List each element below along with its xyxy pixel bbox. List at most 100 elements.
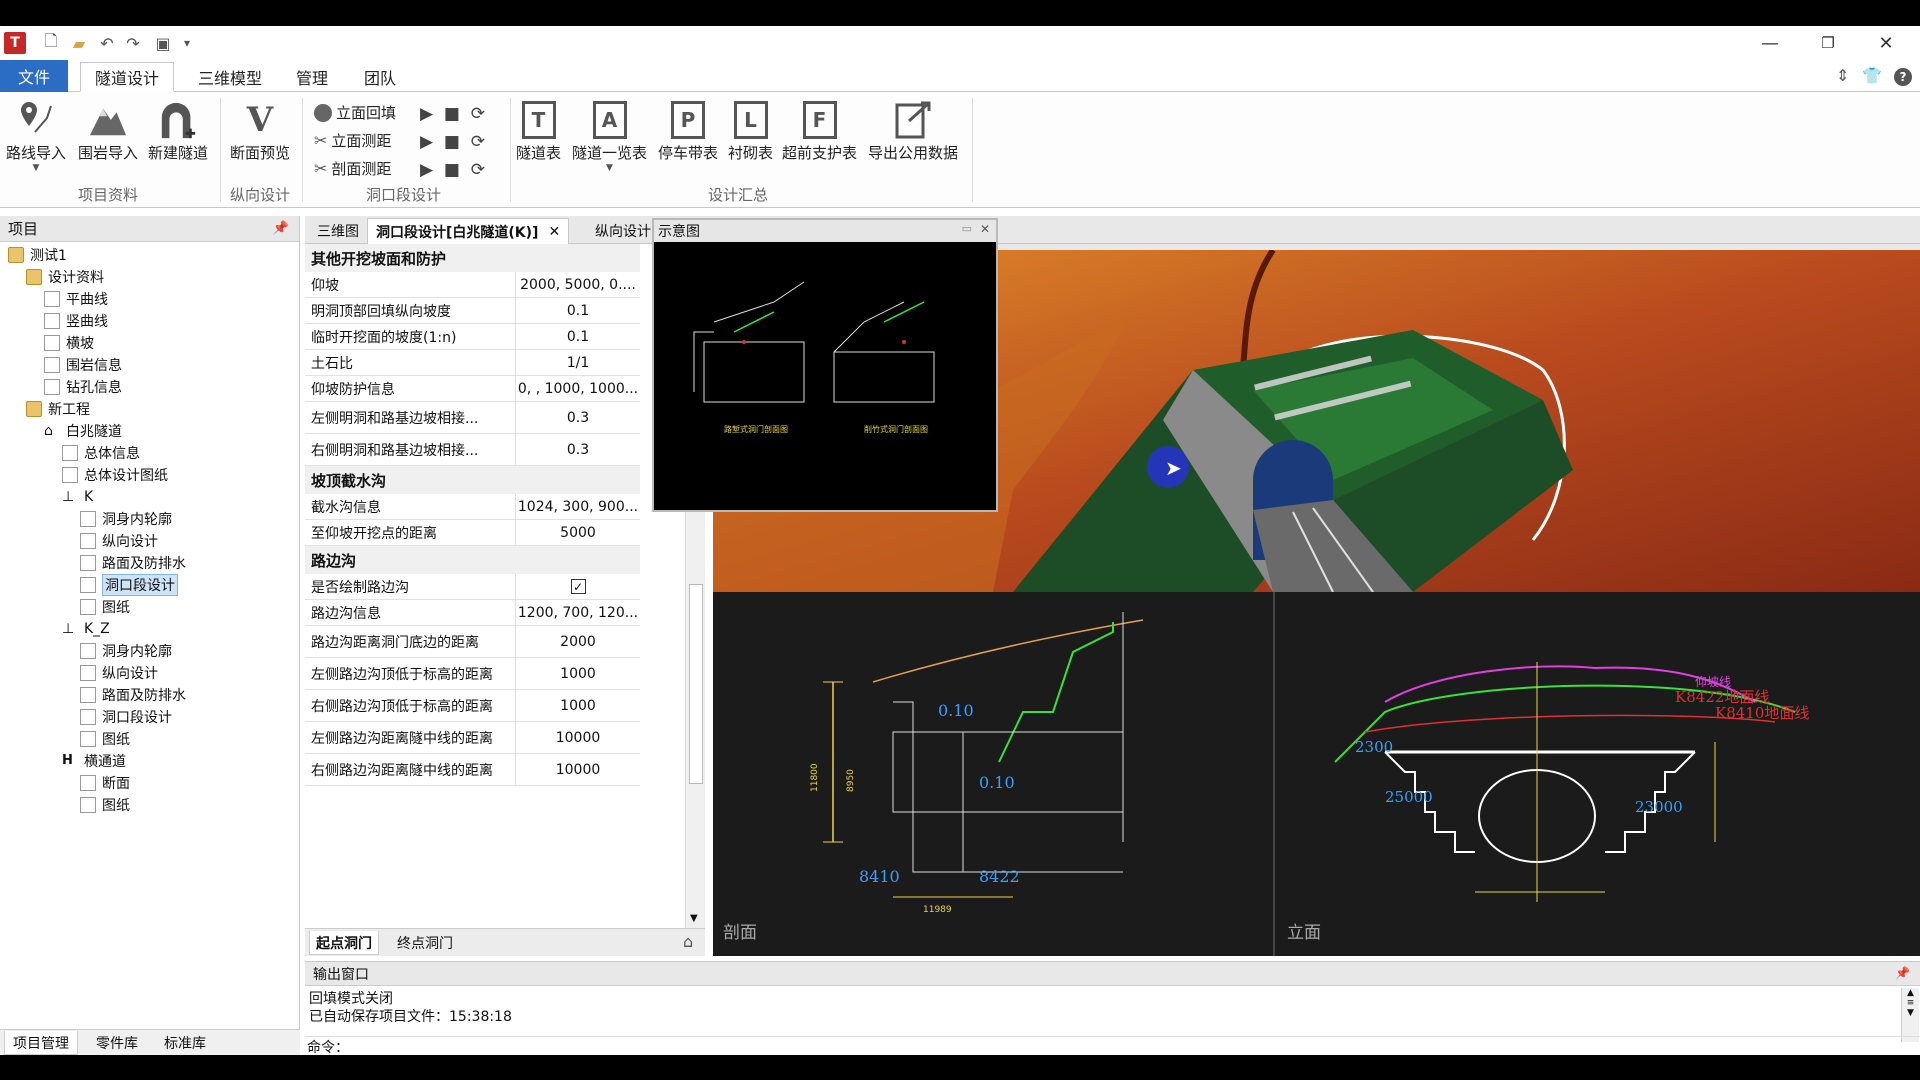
tree-item[interactable]: 洞口段设计 <box>80 574 178 596</box>
tree-item[interactable]: 平曲线 <box>44 288 108 310</box>
minimize-button[interactable]: — <box>1750 30 1790 56</box>
tree-item[interactable]: 设计资料 <box>26 266 104 288</box>
tree-item[interactable]: 图纸 <box>80 794 130 816</box>
tree-item[interactable]: 洞口段设计 <box>80 706 172 728</box>
section-measure-item[interactable]: ✂ 剖面测距 <box>314 158 391 179</box>
property-row[interactable]: 仰坡防护信息 0, , 1000, 1000... <box>305 376 640 402</box>
tab-tunnel-design[interactable]: 隧道设计 <box>80 62 175 92</box>
tree-item[interactable]: 图纸 <box>80 596 130 618</box>
property-value[interactable]: 2000, 5000, 0.... <box>515 272 640 297</box>
property-value[interactable]: 0.3 <box>515 402 640 433</box>
tree-item[interactable]: 洞身内轮廓 <box>80 508 172 530</box>
tree-item[interactable]: 纵向设计 <box>80 530 158 552</box>
property-row[interactable]: 左侧明洞和路基边坡相接... 0.3 <box>305 402 640 434</box>
stop-icon[interactable]: ■ <box>444 104 460 124</box>
refresh-icon[interactable]: ⟳ <box>471 160 485 180</box>
pin-icon[interactable]: 📌 <box>1895 966 1910 980</box>
route-import-button[interactable]: 路线导入 ▼ <box>6 98 66 173</box>
property-row[interactable]: 右侧路边沟距离隧中线的距离 10000 <box>305 754 640 786</box>
preview-restore-icon[interactable]: ▭ <box>962 222 972 235</box>
elevation-measure-item[interactable]: ✂ 立面测距 <box>314 130 391 151</box>
property-value[interactable]: 1000 <box>515 658 640 689</box>
elevation-backfill-item[interactable]: 立面回填 <box>314 102 396 123</box>
property-value[interactable]: 0, , 1000, 1000... <box>515 376 640 401</box>
tree-item[interactable]: 路面及防排水 <box>80 552 186 574</box>
property-value[interactable]: 10000 <box>515 722 640 753</box>
advance-support-table-button[interactable]: F 超前支护表 <box>782 98 857 163</box>
rock-import-button[interactable]: 围岩导入 <box>78 98 138 163</box>
new-tunnel-button[interactable]: 新建隧道 <box>148 98 208 163</box>
property-category[interactable]: 路边沟 <box>305 546 640 574</box>
tree-item[interactable]: ⌂ 白兆隧道 <box>44 420 122 442</box>
restore-button[interactable]: ❐ <box>1808 30 1848 56</box>
tab-3d-view[interactable]: 三维图 <box>309 218 367 244</box>
close-tab-icon[interactable]: ✕ <box>548 224 560 240</box>
property-row[interactable]: 至仰坡开挖点的距离 5000 <box>305 520 640 546</box>
tab-project-management[interactable]: 项目管理 <box>4 1031 78 1055</box>
scroll-down-icon[interactable]: ▼ <box>690 913 698 924</box>
tree-item[interactable]: 钻孔信息 <box>44 376 122 398</box>
preview-title-bar[interactable]: 示意图 ▭ ✕ <box>654 220 996 242</box>
tree-item[interactable]: 总体设计图纸 <box>62 464 168 486</box>
tab-end-portal[interactable]: 终点洞门 <box>391 931 459 955</box>
section-viewport[interactable]: 0.10 0.10 8410 8422 11989 11800 8950 剖面 <box>713 592 1273 956</box>
property-checkbox[interactable]: ✓ <box>515 574 640 599</box>
preview-window[interactable]: 示意图 ▭ ✕ 路堑式洞门剖面图 削竹式洞门剖面图 <box>652 218 998 512</box>
tree-item[interactable]: 围岩信息 <box>44 354 122 376</box>
tunnel-list-button[interactable]: A 隧道一览表 ▼ <box>572 98 647 173</box>
elevation-viewport[interactable]: K8422地面线 K8410地面线 仰坡线 25000 23000 2300 立… <box>1275 592 1920 956</box>
collapse-ribbon-icon[interactable]: ⇕ <box>1836 66 1849 85</box>
tree-item[interactable]: 新工程 <box>26 398 90 420</box>
file-menu-button[interactable]: 文件 <box>0 60 68 92</box>
tab-standard-library[interactable]: 标准库 <box>156 1031 214 1055</box>
tree-item[interactable]: 竖曲线 <box>44 310 108 332</box>
tab-vertical-design[interactable]: 纵向设计 <box>587 218 659 244</box>
skin-icon[interactable]: 👕 <box>1862 66 1882 85</box>
property-row[interactable]: 截水沟信息 1024, 300, 900... <box>305 494 640 520</box>
tab-parts-library[interactable]: 零件库 <box>88 1031 146 1055</box>
help-icon[interactable]: ? <box>1894 68 1912 86</box>
property-value[interactable]: 1200, 700, 120... <box>515 600 640 625</box>
property-category[interactable]: 坡顶截水沟 <box>305 466 640 494</box>
open-folder-icon[interactable]: ▰ <box>68 32 90 54</box>
refresh-icon[interactable]: ⟳ <box>471 132 485 152</box>
stop-icon[interactable]: ■ <box>444 132 460 152</box>
refresh-icon[interactable]: ⟳ <box>471 104 485 124</box>
property-row[interactable]: 是否绘制路边沟 ✓ <box>305 574 640 600</box>
play-icon[interactable]: ▶ <box>420 104 433 124</box>
property-row[interactable]: 路边沟信息 1200, 700, 120... <box>305 600 640 626</box>
tab-portal-design[interactable]: 洞口段设计[白兆隧道(K)] ✕ <box>367 218 570 244</box>
property-value[interactable]: 5000 <box>515 520 640 545</box>
tab-3d-model[interactable]: 三维模型 <box>184 62 276 92</box>
quick-access-dropdown-icon[interactable]: ▾ <box>176 32 198 54</box>
pin-icon[interactable]: 📌 <box>273 221 289 236</box>
tree-item[interactable]: H 横通道 <box>62 750 126 772</box>
tree-item[interactable]: 图纸 <box>80 728 130 750</box>
property-row[interactable]: 路边沟距离洞门底边的距离 2000 <box>305 626 640 658</box>
property-value[interactable]: 10000 <box>515 754 640 785</box>
tree-item[interactable]: 断面 <box>80 772 130 794</box>
stop-icon[interactable]: ■ <box>444 160 460 180</box>
tree-item[interactable]: ⊥ K_Z <box>62 618 110 640</box>
tree-item[interactable]: 路面及防排水 <box>80 684 186 706</box>
tree-item[interactable]: 总体信息 <box>62 442 140 464</box>
home-icon[interactable]: ⌂ <box>683 932 693 951</box>
save-icon[interactable]: ▣ <box>152 32 174 54</box>
property-value[interactable]: 1024, 300, 900... <box>515 494 640 519</box>
property-row[interactable]: 左侧路边沟距离隧中线的距离 10000 <box>305 722 640 754</box>
property-value[interactable]: 0.3 <box>515 434 640 465</box>
tree-item[interactable]: 测试1 <box>8 244 67 266</box>
section-preview-button[interactable]: V 断面预览 <box>230 98 290 163</box>
tab-manage[interactable]: 管理 <box>282 62 342 92</box>
property-row[interactable]: 明洞顶部回填纵向坡度 0.1 <box>305 298 640 324</box>
property-value[interactable]: 1/1 <box>515 350 640 375</box>
command-line[interactable]: 命令： <box>305 1036 1920 1055</box>
tunnel-table-button[interactable]: T 隧道表 <box>516 98 561 163</box>
lining-table-button[interactable]: L 衬砌表 <box>728 98 773 163</box>
property-value[interactable]: 1000 <box>515 690 640 721</box>
property-row[interactable]: 仰坡 2000, 5000, 0.... <box>305 272 640 298</box>
property-value[interactable]: 2000 <box>515 626 640 657</box>
property-value[interactable]: 0.1 <box>515 324 640 349</box>
tree-item[interactable]: 纵向设计 <box>80 662 158 684</box>
undo-icon[interactable]: ↶ <box>96 32 118 54</box>
